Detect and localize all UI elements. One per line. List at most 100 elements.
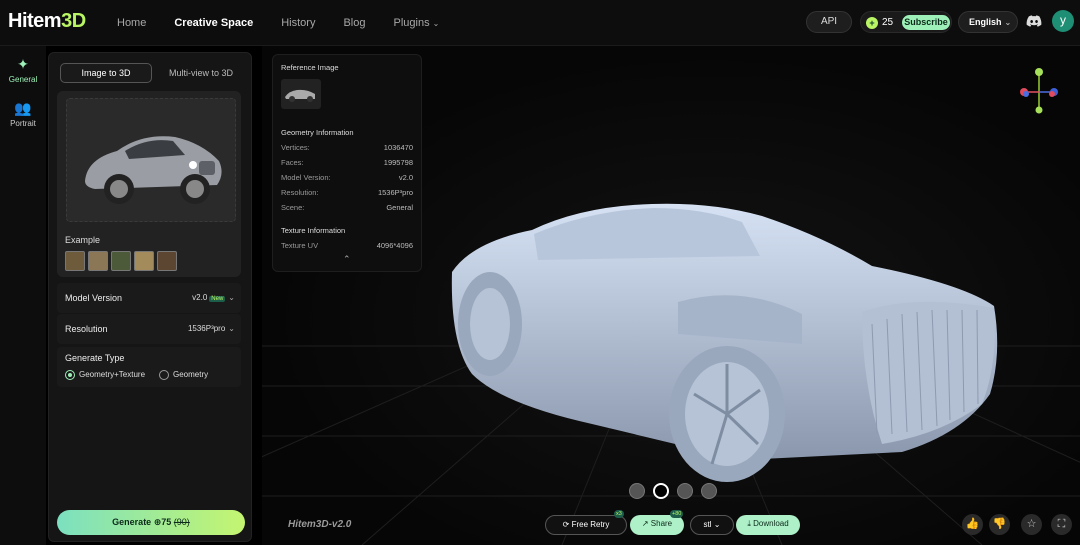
- radio-label: Geometry+Texture: [79, 370, 146, 380]
- resolution-value: 1536P³pro ⌄: [188, 324, 235, 333]
- vertices-label: Vertices:: [281, 143, 310, 152]
- example-thumbnail[interactable]: [111, 251, 131, 271]
- api-button[interactable]: API: [806, 11, 852, 33]
- radio-label: Geometry: [173, 370, 209, 380]
- share-icon: ↗: [641, 519, 651, 528]
- example-thumbnail[interactable]: [134, 251, 154, 271]
- rail-item-portrait[interactable]: 👥 Portrait: [0, 100, 46, 128]
- reference-image-label: Reference Image: [281, 63, 339, 72]
- render-mode-wireframe-icon[interactable]: [701, 483, 717, 499]
- nav-home[interactable]: Home: [117, 17, 146, 29]
- star-icon[interactable]: ☆: [1021, 514, 1042, 535]
- render-mode-textured-icon[interactable]: [629, 483, 645, 499]
- nav-plugins[interactable]: Plugins ⌄: [394, 17, 440, 29]
- faces-label: Faces:: [281, 158, 304, 167]
- generation-panel: Image to 3D Multi-view to 3D Example Mod…: [48, 52, 252, 542]
- vertices-value: 1036470: [383, 143, 413, 152]
- avatar[interactable]: y: [1052, 10, 1074, 32]
- download-label: Download: [753, 519, 789, 528]
- language-selector[interactable]: English ⌄: [958, 11, 1018, 33]
- model-version-select[interactable]: Model Version v2.0 New ⌄: [57, 283, 241, 313]
- version-watermark: Hitem3D-v2.0: [288, 519, 352, 530]
- top-nav-bar: Hitem3D Home Creative Space History Blog…: [0, 0, 1080, 46]
- credit-count: 25: [882, 17, 894, 28]
- resolution-info-value: 1536P³pro: [377, 188, 413, 197]
- nav-history[interactable]: History: [281, 17, 315, 29]
- model-version-text: v2.0: [192, 293, 208, 302]
- thumbs-up-icon[interactable]: 👍: [962, 514, 983, 535]
- logo[interactable]: Hitem3D: [8, 10, 86, 33]
- nav-creative-space[interactable]: Creative Space: [174, 17, 253, 29]
- free-retry-badge: x3: [614, 510, 624, 518]
- new-badge: New: [209, 296, 226, 302]
- axis-gizmo-icon[interactable]: [1016, 68, 1062, 114]
- generate-cost: 75: [161, 517, 172, 527]
- tab-image-to-3d[interactable]: Image to 3D: [60, 63, 152, 83]
- tab-multi-view-to-3d[interactable]: Multi-view to 3D: [161, 63, 241, 83]
- generate-type-label: Generate Type: [65, 353, 125, 363]
- resolution-select[interactable]: Resolution 1536P³pro ⌄: [57, 314, 241, 344]
- 3d-car-model[interactable]: [442, 194, 1002, 484]
- share-label: Share: [650, 519, 673, 528]
- sparkle-icon: ✦: [17, 56, 29, 72]
- share-button[interactable]: ↗ Share: [630, 515, 684, 535]
- rail-item-general[interactable]: ✦ General: [0, 56, 46, 84]
- radio-dot: [159, 370, 169, 380]
- radio-dot: [65, 370, 75, 380]
- resolution-text: 1536P³pro: [187, 324, 226, 333]
- model-version-info-value: v2.0: [398, 173, 413, 182]
- example-thumbnail[interactable]: [88, 251, 108, 271]
- uploaded-image[interactable]: [66, 98, 236, 222]
- chevron-down-icon: ⌄: [1004, 18, 1012, 27]
- resolution-info-label: Resolution:: [281, 188, 319, 197]
- 3d-viewport[interactable]: Reference Image Geometry Information Ver…: [262, 46, 1080, 545]
- free-retry-label: Free Retry: [571, 520, 610, 529]
- discord-icon[interactable]: [1026, 14, 1042, 28]
- texture-info-label: Texture Information: [281, 226, 346, 235]
- rail-item-label: Portrait: [10, 119, 36, 128]
- retry-icon: ⟳: [562, 520, 572, 529]
- subscribe-button[interactable]: Subscribe: [902, 15, 950, 30]
- nav-blog[interactable]: Blog: [343, 17, 365, 29]
- upload-card: Example: [57, 91, 241, 277]
- radio-geometry-texture[interactable]: Geometry+Texture: [65, 370, 145, 380]
- example-thumbnail[interactable]: [157, 251, 177, 271]
- model-info-card: Reference Image Geometry Information Ver…: [272, 54, 422, 272]
- chevron-down-icon: ⌄: [711, 520, 721, 529]
- generate-type-group: Generate Type Geometry+Texture Geometry: [57, 347, 241, 387]
- radio-geometry[interactable]: Geometry: [159, 370, 208, 380]
- example-thumbnail[interactable]: [65, 251, 85, 271]
- credit-coin-icon: +: [866, 17, 878, 29]
- logo-text: Hitem: [8, 10, 62, 32]
- example-label: Example: [65, 235, 101, 245]
- geometry-info-label: Geometry Information: [281, 128, 354, 137]
- faces-value: 1995798: [383, 158, 413, 167]
- render-mode-matcap-icon[interactable]: [677, 483, 693, 499]
- nav-plugins-label: Plugins: [393, 17, 430, 29]
- share-badge: +80: [670, 510, 684, 518]
- chevron-up-icon[interactable]: ⌃: [343, 254, 351, 265]
- generate-label: Generate: [112, 517, 152, 527]
- example-thumbnails: [65, 251, 177, 271]
- generate-button[interactable]: Generate ⊕75 (90): [57, 510, 245, 535]
- car-thumbnail-image: [85, 136, 222, 204]
- scene-label: Scene:: [281, 203, 305, 212]
- format-select[interactable]: stl ⌄: [690, 515, 734, 535]
- main-nav: Home Creative Space History Blog Plugins…: [117, 17, 467, 29]
- model-version-value: v2.0 New ⌄: [192, 293, 235, 302]
- render-mode-switcher: [629, 483, 717, 499]
- fullscreen-icon[interactable]: ⛶: [1051, 514, 1072, 535]
- car-thumbnail-image: [285, 89, 315, 102]
- people-icon: 👥: [14, 100, 32, 116]
- resolution-label: Resolution: [65, 324, 108, 334]
- chevron-down-icon: ⌄: [432, 19, 440, 28]
- download-button[interactable]: ⤓ Download: [736, 515, 800, 535]
- reference-thumbnail[interactable]: [281, 79, 321, 109]
- texture-uv-value: 4096*4096: [376, 241, 413, 250]
- free-retry-button[interactable]: ⟳ Free Retry: [545, 515, 627, 535]
- render-mode-clay-icon[interactable]: [653, 483, 669, 499]
- credits-pill: + 25 Subscribe: [860, 11, 952, 33]
- thumbs-down-icon[interactable]: 👎: [989, 514, 1010, 535]
- rail-item-label: General: [8, 75, 38, 84]
- scene-value: General: [386, 203, 413, 212]
